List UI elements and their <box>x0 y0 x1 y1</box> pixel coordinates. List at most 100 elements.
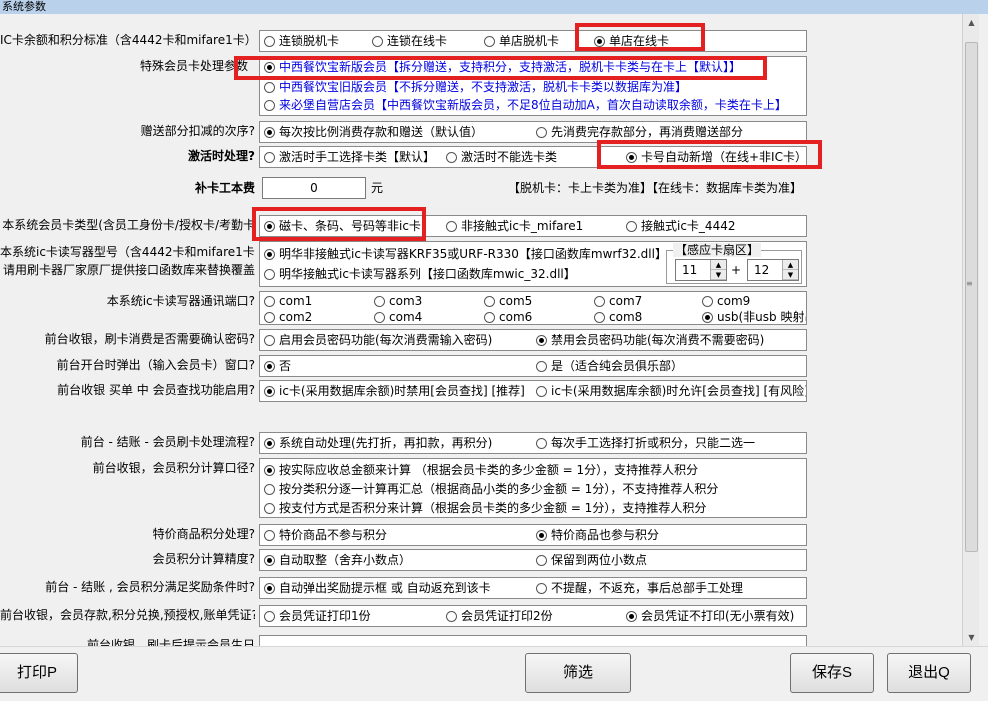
radio-mifare1[interactable]: 非接触式ic卡_mifare1 <box>446 218 583 234</box>
scroll-up-icon[interactable]: ▲ <box>963 14 980 31</box>
radio-popup-yes[interactable]: 是（适合纯会员俱乐部） <box>536 358 683 374</box>
radio-goods-no-points[interactable]: 特价商品不参与积分 <box>264 527 387 543</box>
radio-store-offline[interactable]: 单店脱机卡 <box>484 33 559 49</box>
sector-a-spin-buttons[interactable]: ▲ ▼ <box>710 260 726 280</box>
points-basis-group: 按实际应收总金额来计算 （根据会员卡类的多少金额 = 1分），支持推荐人积分 按… <box>259 458 807 518</box>
radio-manual-type[interactable]: 激活时手工选择卡类【默认】 <box>264 149 435 165</box>
spin-down-icon[interactable]: ▼ <box>783 270 798 280</box>
radio-lookup-allow[interactable]: ic卡(采用数据库余额)时允许[会员查找] [有风险] <box>536 383 806 399</box>
option-label: 按支付方式是否积分来计算（根据会员卡类的多少金额 = 1分），支持推荐人积分 <box>279 501 707 515</box>
radio-deposit-first[interactable]: 先消费完存款部分，再消费赠送部分 <box>536 124 743 140</box>
option-label: 每次按比例消费存款和赠送（默认值） <box>279 125 484 139</box>
radio-com7[interactable]: com7 <box>594 293 642 309</box>
radio-reward-manual[interactable]: 不提醒，不返充，事后总部手工处理 <box>536 580 743 596</box>
replace-fee-input[interactable]: 0 <box>262 177 366 199</box>
option-label: 来必堡自营店会员【中西餐饮宝新版会员，不足8位自动加A，首次自动读取余额，卡类在… <box>279 98 787 112</box>
radio-goods-points[interactable]: 特价商品也参与积分 <box>536 527 659 543</box>
row-special-goods: 特价商品积分处理? 特价商品不参与积分 特价商品也参与积分 <box>0 524 962 546</box>
scroll-thumb[interactable] <box>965 42 978 552</box>
radio-com9[interactable]: com9 <box>702 293 750 309</box>
scroll-down-icon[interactable]: ▼ <box>963 629 980 646</box>
radio-points-total[interactable]: 按实际应收总金额来计算 （根据会员卡类的多少金额 = 1分），支持推荐人积分 <box>264 462 698 478</box>
radio-usb[interactable]: usb(非usb 映射串 <box>702 309 806 325</box>
radio-reward-auto[interactable]: 自动弹出奖励提示框 或 自动返充到该卡 <box>264 580 491 596</box>
option-label: com4 <box>389 310 423 324</box>
radio-circle <box>372 35 383 47</box>
radio-round[interactable]: 自动取整（舍弃小数点） <box>264 552 411 568</box>
sector-b-spin-buttons[interactable]: ▲ ▼ <box>782 260 798 280</box>
spin-up-icon[interactable]: ▲ <box>711 260 726 270</box>
radio-manual-choose[interactable]: 每次手工选择打折或积分，只能二选一 <box>536 435 755 451</box>
radio-mwic32[interactable]: 明华接触式ic卡读写器系列【接口函数库mwic_32.dll】 <box>264 266 576 282</box>
option-label: 特价商品也参与积分 <box>551 528 660 542</box>
replace-fee-unit: 元 <box>371 181 384 195</box>
radio-voucher-1[interactable]: 会员凭证打印1份 <box>264 608 371 624</box>
radio-com1[interactable]: com1 <box>264 293 312 309</box>
option-label: 会员凭证打印2份 <box>461 609 553 623</box>
radio-proportional[interactable]: 每次按比例消费存款和赠送（默认值） <box>264 124 483 140</box>
radio-circle <box>374 295 385 307</box>
card-type-label: 本系统会员卡类型(含员工身份卡/授权卡/考勤卡 <box>2 218 255 232</box>
radio-com2[interactable]: com2 <box>264 309 312 325</box>
radio-circle <box>264 529 275 541</box>
radio-circle <box>536 334 547 346</box>
option-label: 单店在线卡 <box>609 34 670 48</box>
voucher-group: 会员凭证打印1份 会员凭证打印2份 会员凭证不打印(无小票有效) <box>259 605 807 627</box>
row-partial: 前台收银，刷卡后提示会员生日 <box>0 633 962 646</box>
radio-circle <box>446 220 457 232</box>
option-label: 按实际应收总金额来计算 （根据会员卡类的多少金额 = 1分），支持推荐人积分 <box>279 463 699 477</box>
vertical-scrollbar[interactable]: ▲ ≡ ▼ <box>962 14 979 646</box>
radio-auto-add[interactable]: 卡号自动新增（在线+非IC卡） <box>626 149 807 165</box>
radio-4442[interactable]: 接触式ic卡_4442 <box>626 218 735 234</box>
radio-circle <box>446 610 457 622</box>
sector-a-spinner[interactable]: 11 ▲ ▼ <box>675 259 727 281</box>
ic-standard-group: 连锁脱机卡 连锁在线卡 单店脱机卡 单店在线卡 <box>259 30 807 52</box>
reward-label: 前台 - 结账 , 会员积分满足奖励条件时? <box>45 580 255 594</box>
radio-chain-online[interactable]: 连锁在线卡 <box>372 33 447 49</box>
radio-com6[interactable]: com6 <box>484 309 532 325</box>
radio-new-member[interactable]: 中西餐饮宝新版会员【拆分赠送，支持积分，支持激活，脱机卡卡类与在卡上【默认】】 <box>264 59 741 75</box>
radio-com4[interactable]: com4 <box>374 309 422 325</box>
radio-com5[interactable]: com5 <box>484 293 532 309</box>
radio-circle <box>264 61 275 73</box>
sector-b-value: 12 <box>754 263 770 277</box>
save-button[interactable]: 保存S <box>790 653 874 693</box>
button-bar: 打印P 筛选 保存S 退出Q <box>0 646 988 701</box>
radio-chain-offline[interactable]: 连锁脱机卡 <box>264 33 339 49</box>
ic-standard-label: IC卡余额和积分标准（含4442卡和mifare1卡） <box>0 33 255 47</box>
print-button[interactable]: 打印P <box>0 653 78 693</box>
port-group: com1 com3 com5 com7 com9 com2 com4 com6 … <box>259 291 807 325</box>
option-label: com1 <box>279 294 313 308</box>
radio-store-online[interactable]: 单店在线卡 <box>594 33 669 49</box>
radio-nonic-card[interactable]: 磁卡、条码、号码等非ic卡 <box>264 218 421 234</box>
radio-enable-pwd[interactable]: 启用会员密码功能(每次消费需输入密码) <box>264 332 492 348</box>
radio-two-decimals[interactable]: 保留到两位小数点 <box>536 552 647 568</box>
window-title: 系统参数 <box>0 0 988 14</box>
radio-krf35[interactable]: 明华非接触式ic卡读写器KRF35或URF-R330【接口函数库mwrf32.d… <box>264 246 667 262</box>
exit-button[interactable]: 退出Q <box>887 653 971 693</box>
radio-points-category[interactable]: 按分类积分逐一计算再汇总（根据商品小类的多少金额 = 1分），不支持推荐人积分 <box>264 481 718 497</box>
radio-disable-pwd[interactable]: 禁用会员密码功能(每次消费不需要密码) <box>536 332 764 348</box>
filter-button[interactable]: 筛选 <box>525 653 631 693</box>
radio-circle <box>536 360 547 372</box>
lookup-label: 前台收银 买单 中 会员查找功能启用? <box>57 383 255 397</box>
radio-old-member[interactable]: 中西餐饮宝旧版会员【不拆分赠送，不支持激活，脱机卡卡类以数据库为准】 <box>264 79 687 95</box>
sector-b-spinner[interactable]: 12 ▲ ▼ <box>747 259 799 281</box>
special-label: 特殊会员卡处理参数 <box>139 59 248 73</box>
radio-auto-process[interactable]: 系统自动处理(先打折，再扣款，再积分) <box>264 435 492 451</box>
radio-com3[interactable]: com3 <box>374 293 422 309</box>
radio-laibibao-member[interactable]: 来必堡自营店会员【中西餐饮宝新版会员，不足8位自动加A，首次自动读取余额，卡类在… <box>264 97 787 113</box>
radio-no-type[interactable]: 激活时不能选卡类 <box>446 149 557 165</box>
radio-com8[interactable]: com8 <box>594 309 642 325</box>
radio-voucher-2[interactable]: 会员凭证打印2份 <box>446 608 553 624</box>
precision-label: 会员积分计算精度? <box>152 552 255 566</box>
spin-up-icon[interactable]: ▲ <box>783 260 798 270</box>
scroll-grip-icon: ≡ <box>966 279 973 288</box>
radio-points-payment[interactable]: 按支付方式是否积分来计算（根据会员卡类的多少金额 = 1分），支持推荐人积分 <box>264 500 706 516</box>
radio-lookup-disable[interactable]: ic卡(采用数据库余额)时禁用[会员查找] [推荐] <box>264 383 525 399</box>
deduct-order-group: 每次按比例消费存款和赠送（默认值） 先消费完存款部分，再消费赠送部分 <box>259 121 807 143</box>
spin-down-icon[interactable]: ▼ <box>711 270 726 280</box>
row-card-type: 本系统会员卡类型(含员工身份卡/授权卡/考勤卡 磁卡、条码、号码等非ic卡 非接… <box>0 215 962 237</box>
radio-voucher-none[interactable]: 会员凭证不打印(无小票有效) <box>626 608 794 624</box>
radio-popup-no[interactable]: 否 <box>264 358 291 374</box>
